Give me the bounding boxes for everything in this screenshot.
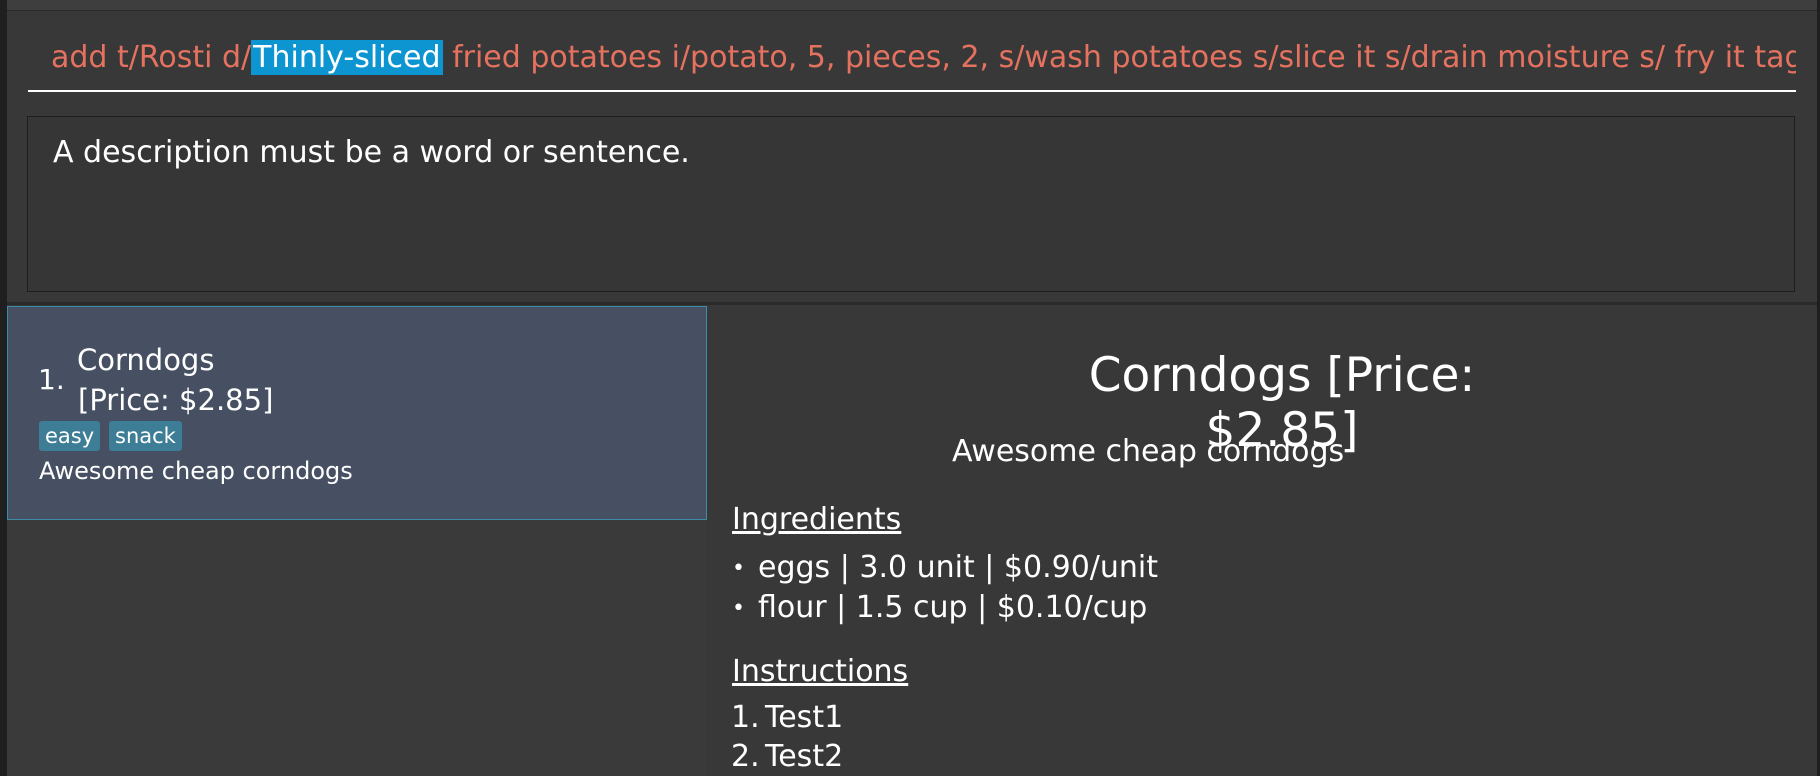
recipe-detail-panel: Corndogs [Price: $2.85] Awesome cheap co… xyxy=(707,306,1817,776)
instructions-heading: Instructions xyxy=(732,654,909,689)
panel-divider xyxy=(7,302,1817,305)
ingredient-item: • flour | 1.5 cup | $0.10/cup xyxy=(732,590,1147,625)
command-input-text[interactable]: add t/Rosti d/Thinly-sliced fried potato… xyxy=(51,36,1796,80)
command-text-selection: Thinly-sliced xyxy=(251,40,443,75)
command-text-before: add t/Rosti d/ xyxy=(51,40,252,75)
recipe-card[interactable]: 1. Corndogs [Price: $2.85] easy snack Aw… xyxy=(7,306,707,520)
instruction-text: Test2 xyxy=(765,739,844,774)
ingredients-heading: Ingredients xyxy=(732,502,902,537)
instruction-item: 2. Test2 xyxy=(731,739,843,774)
bullet-dot-icon: • xyxy=(732,596,745,621)
tag-badge: snack xyxy=(109,421,182,451)
command-input[interactable]: add t/Rosti d/Thinly-sliced fried potato… xyxy=(28,34,1796,92)
command-text-after: fried potatoes i/potato, 5, pieces, 2, s… xyxy=(442,40,1796,75)
instruction-number: 2. xyxy=(731,739,760,774)
ingredient-item: • eggs | 3.0 unit | $0.90/unit xyxy=(732,550,1158,585)
window-top-edge xyxy=(0,0,1820,11)
ingredient-text: flour | 1.5 cup | $0.10/cup xyxy=(758,590,1148,625)
window-left-edge xyxy=(0,0,7,776)
bullet-dot-icon: • xyxy=(732,556,745,581)
instruction-text: Test1 xyxy=(765,700,844,735)
recipe-card-index: 1. xyxy=(38,363,65,396)
app-window: add t/Rosti d/Thinly-sliced fried potato… xyxy=(0,0,1820,776)
instruction-number: 1. xyxy=(731,700,760,735)
result-display: A description must be a word or sentence… xyxy=(27,116,1795,292)
recipe-list-panel[interactable]: 1. Corndogs [Price: $2.85] easy snack Aw… xyxy=(7,306,707,776)
detail-description: Awesome cheap corndogs xyxy=(952,434,1345,469)
recipe-card-price: [Price: $2.85] xyxy=(78,383,274,417)
result-message: A description must be a word or sentence… xyxy=(53,135,690,170)
instruction-item: 1. Test1 xyxy=(731,700,843,735)
recipe-card-name: Corndogs xyxy=(77,343,215,377)
ingredient-text: eggs | 3.0 unit | $0.90/unit xyxy=(758,550,1159,585)
tag-badge: easy xyxy=(39,421,101,451)
recipe-card-description: Awesome cheap corndogs xyxy=(39,457,353,485)
